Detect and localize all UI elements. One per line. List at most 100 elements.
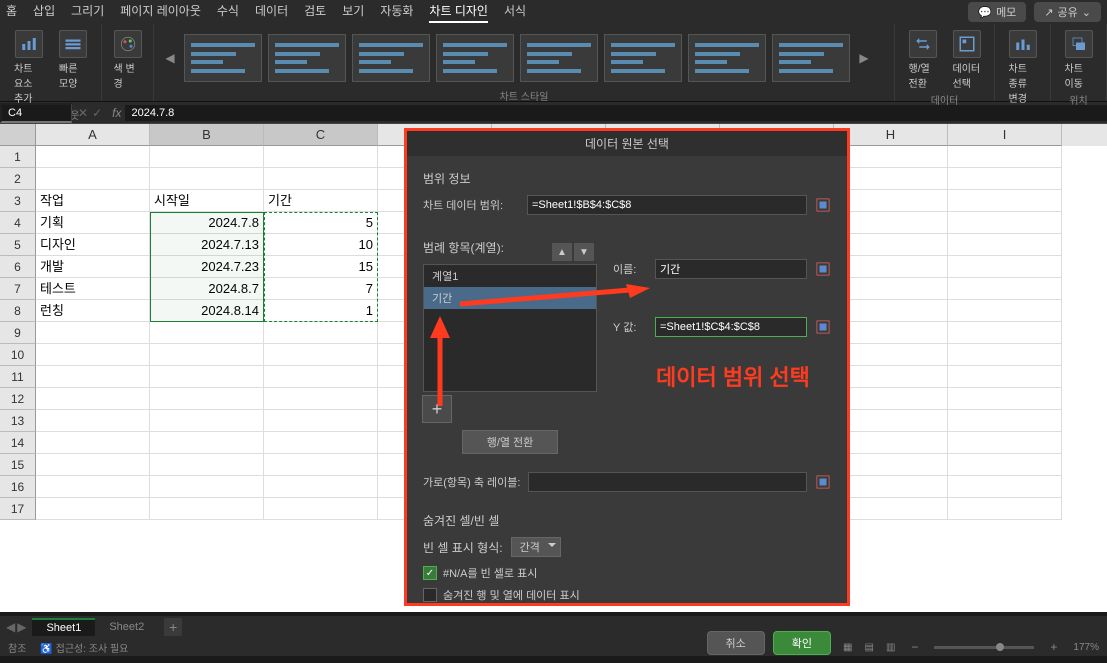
cell-c7[interactable]: 7: [264, 278, 378, 300]
chart-style-7[interactable]: [688, 34, 766, 82]
series-up-button[interactable]: ▲: [552, 243, 572, 261]
series-item-2[interactable]: 기간: [424, 287, 596, 309]
chart-style-prev[interactable]: ◀: [162, 51, 178, 65]
add-sheet-button[interactable]: +: [164, 618, 182, 636]
cell-c4[interactable]: 5: [264, 212, 378, 234]
change-chart-type-button[interactable]: 차트 종류 변경: [1003, 28, 1043, 107]
cell-c3[interactable]: 기간: [264, 190, 378, 212]
row-header[interactable]: 15: [0, 454, 36, 476]
cancel-button[interactable]: 취소: [707, 631, 765, 655]
row-header[interactable]: 14: [0, 432, 36, 454]
row-header[interactable]: 5: [0, 234, 36, 256]
zoom-in-button[interactable]: +: [1046, 640, 1061, 654]
cell-a5[interactable]: 디자인: [36, 234, 150, 256]
row-header[interactable]: 16: [0, 476, 36, 498]
row-header[interactable]: 6: [0, 256, 36, 278]
series-name-input[interactable]: [655, 259, 807, 279]
menu-insert[interactable]: 삽입: [33, 2, 55, 23]
chart-style-1[interactable]: [184, 34, 262, 82]
view-break-icon[interactable]: ▥: [886, 642, 895, 653]
status-accessibility[interactable]: ♿ 접근성: 조사 필요: [40, 640, 128, 655]
chart-style-3[interactable]: [352, 34, 430, 82]
cell-a3[interactable]: 작업: [36, 190, 150, 212]
cell-c5[interactable]: 10: [264, 234, 378, 256]
cell-b3[interactable]: 시작일: [150, 190, 264, 212]
chart-range-input[interactable]: [527, 195, 807, 215]
row-header[interactable]: 11: [0, 366, 36, 388]
menu-data[interactable]: 데이터: [255, 2, 288, 23]
cell-a4[interactable]: 기획: [36, 212, 150, 234]
cell-b4[interactable]: 2024.7.8: [150, 212, 264, 234]
axis-labels-input[interactable]: [528, 472, 807, 492]
cell-b5[interactable]: 2024.7.13: [150, 234, 264, 256]
confirm-formula-icon[interactable]: ✓: [92, 106, 102, 120]
row-header[interactable]: 12: [0, 388, 36, 410]
share-button[interactable]: ↗ 공유 ⌄: [1034, 2, 1101, 22]
col-header-c[interactable]: C: [264, 124, 378, 146]
na-checkbox[interactable]: ✓: [423, 566, 437, 580]
cancel-formula-icon[interactable]: ✕: [78, 106, 88, 120]
cell-b8[interactable]: 2024.8.14: [150, 300, 264, 322]
row-header[interactable]: 4: [0, 212, 36, 234]
col-header-a[interactable]: A: [36, 124, 150, 146]
series-down-button[interactable]: ▼: [574, 243, 594, 261]
select-all-corner[interactable]: [0, 124, 36, 146]
chart-style-4[interactable]: [436, 34, 514, 82]
row-header[interactable]: 1: [0, 146, 36, 168]
row-header[interactable]: 2: [0, 168, 36, 190]
col-header-i[interactable]: I: [948, 124, 1062, 146]
row-header[interactable]: 17: [0, 498, 36, 520]
cell-a8[interactable]: 런칭: [36, 300, 150, 322]
menu-formulas[interactable]: 수식: [217, 2, 239, 23]
zoom-level[interactable]: 177%: [1073, 642, 1099, 653]
select-data-button[interactable]: 데이터 선택: [947, 28, 987, 92]
cell-c6[interactable]: 15: [264, 256, 378, 278]
row-header[interactable]: 3: [0, 190, 36, 212]
ok-button[interactable]: 확인: [773, 631, 831, 655]
cell-b6[interactable]: 2024.7.23: [150, 256, 264, 278]
view-page-icon[interactable]: ▤: [864, 642, 873, 653]
chart-style-next[interactable]: ▶: [856, 51, 872, 65]
formula-input[interactable]: [125, 105, 1107, 121]
sheet-tab-1[interactable]: Sheet1: [32, 618, 95, 636]
chart-style-6[interactable]: [604, 34, 682, 82]
axis-range-picker-icon[interactable]: [815, 474, 831, 490]
row-header[interactable]: 10: [0, 344, 36, 366]
name-box[interactable]: [0, 103, 72, 123]
menu-automate[interactable]: 자동화: [380, 2, 413, 23]
cell-a6[interactable]: 개발: [36, 256, 150, 278]
zoom-out-button[interactable]: −: [907, 640, 922, 654]
range-picker-icon[interactable]: [815, 197, 831, 213]
y-range-picker-icon[interactable]: [815, 319, 831, 335]
chart-style-8[interactable]: [772, 34, 850, 82]
menu-review[interactable]: 검토: [304, 2, 326, 23]
quick-layout-button[interactable]: 빠른 모양: [53, 28, 93, 107]
row-header[interactable]: 9: [0, 322, 36, 344]
hidden-checkbox[interactable]: [423, 588, 437, 602]
move-chart-button[interactable]: 차트 이동: [1059, 28, 1099, 92]
sheet-tab-2[interactable]: Sheet2: [95, 619, 158, 635]
y-values-input[interactable]: [655, 317, 807, 337]
chart-style-5[interactable]: [520, 34, 598, 82]
cell-a7[interactable]: 테스트: [36, 278, 150, 300]
sheet-nav-last[interactable]: ▶: [17, 620, 26, 634]
menu-format[interactable]: 서식: [504, 2, 526, 23]
row-header[interactable]: 8: [0, 300, 36, 322]
menu-view[interactable]: 보기: [342, 2, 364, 23]
chart-style-2[interactable]: [268, 34, 346, 82]
comments-button[interactable]: 💬 메모: [968, 2, 1026, 22]
menu-chart-design[interactable]: 차트 디자인: [429, 2, 488, 23]
menu-home[interactable]: 홈: [6, 2, 17, 23]
menu-page-layout[interactable]: 페이지 레이아웃: [120, 2, 201, 23]
empty-cell-dropdown[interactable]: 간격: [511, 537, 561, 557]
series-listbox[interactable]: ▲ ▼ 계열1 기간 +: [423, 264, 597, 392]
zoom-slider[interactable]: [934, 646, 1034, 649]
add-chart-element-button[interactable]: 차트 요소 추가: [8, 28, 49, 107]
cell-c8[interactable]: 1: [264, 300, 378, 322]
col-header-h[interactable]: H: [834, 124, 948, 146]
name-range-picker-icon[interactable]: [815, 261, 831, 277]
change-colors-button[interactable]: 색 변경: [108, 28, 148, 92]
add-series-button[interactable]: +: [422, 395, 452, 423]
row-header[interactable]: 7: [0, 278, 36, 300]
series-item-1[interactable]: 계열1: [424, 265, 596, 287]
